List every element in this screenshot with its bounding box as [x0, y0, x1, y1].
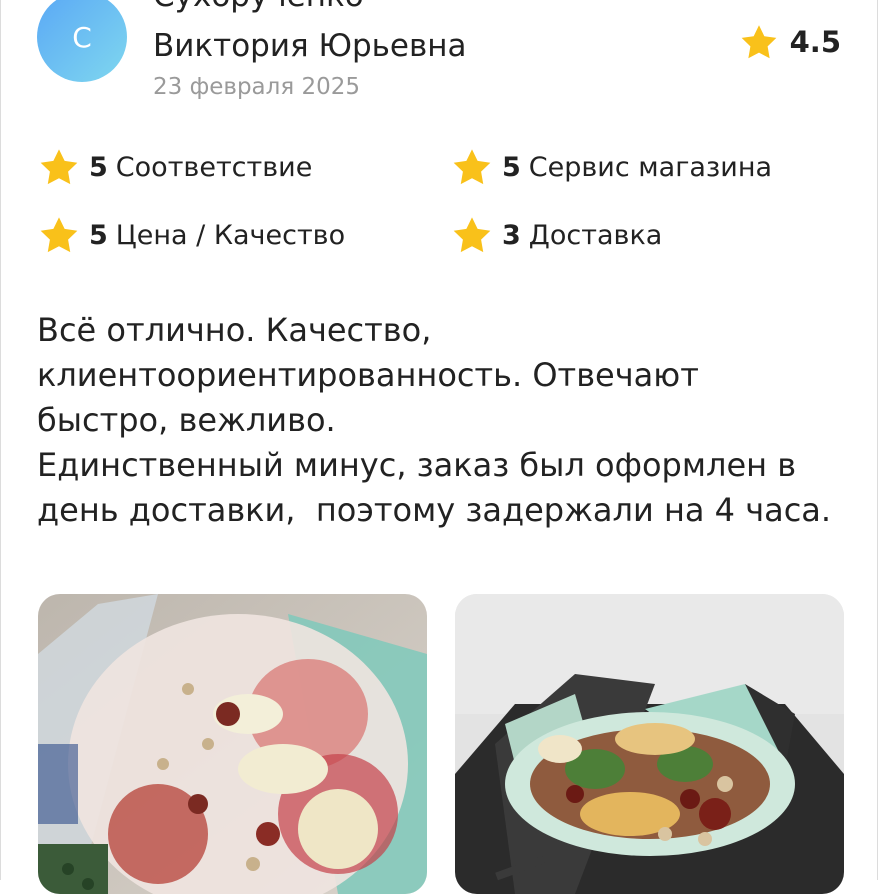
review-photo-1[interactable] [38, 594, 427, 894]
criterion-score: 3 [502, 219, 521, 251]
review-photo-2[interactable] [455, 594, 844, 894]
review-card: С Сухорученко Виктория Юрьевна 23 феврал… [0, 0, 878, 894]
criterion-score: 5 [89, 151, 108, 183]
bouquet-photo-1-icon [38, 594, 427, 894]
criterion-label: Сервис магазина [528, 151, 773, 183]
criterion-label: Соответствие [115, 151, 313, 183]
overall-rating: 4.5 [740, 24, 841, 60]
avatar[interactable]: С [37, 0, 127, 82]
author-name: Виктория Юрьевна [153, 28, 467, 64]
overall-rating-value: 4.5 [789, 25, 841, 59]
criterion-shop-service: 5 Сервис магазина [452, 148, 772, 186]
star-icon [453, 149, 491, 185]
avatar-initial: С [72, 20, 92, 54]
review-text: Всё отлично. Качество, клиентоориентиров… [37, 311, 832, 529]
author-surname: Сухорученко [153, 0, 364, 14]
criterion-match: 5 Соответствие [39, 148, 312, 186]
criterion-price-quality: 5 Цена / Качество [39, 216, 345, 254]
star-icon [453, 217, 491, 253]
star-icon [40, 217, 78, 253]
criterion-delivery: 3 Доставка [452, 216, 662, 254]
bouquet-photo-2-icon [455, 594, 844, 894]
star-icon [741, 25, 776, 59]
criterion-score: 5 [502, 151, 521, 183]
criterion-score: 5 [89, 219, 108, 251]
criterion-label: Доставка [528, 219, 663, 251]
criterion-label: Цена / Качество [115, 219, 346, 251]
star-icon [40, 149, 78, 185]
review-date: 23 февраля 2025 [153, 74, 361, 100]
